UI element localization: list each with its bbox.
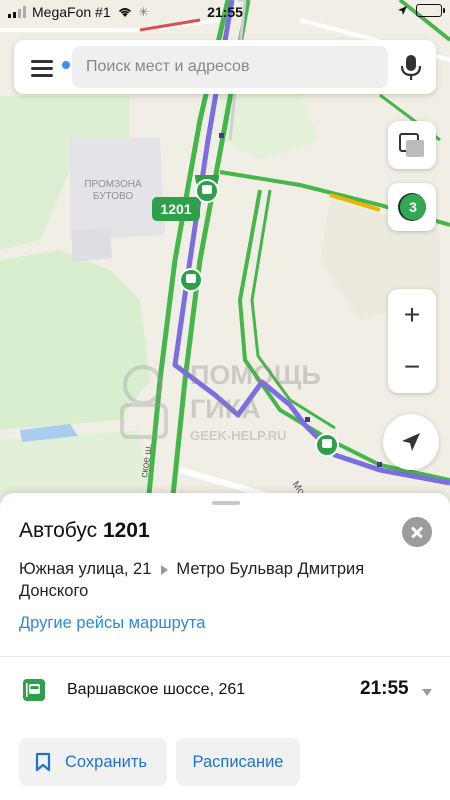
watermark-text: ПОМОЩЬ (190, 360, 321, 390)
status-time: 21:55 (207, 4, 243, 20)
route-endpoints: Южная улица, 21 Метро Бульвар Дмитрия Дон… (19, 558, 419, 602)
location-arrow-icon (398, 6, 407, 15)
route-stop-point (219, 133, 224, 138)
other-routes-link[interactable]: Другие рейсы маршрута (19, 614, 205, 633)
schedule-label: Расписание (192, 752, 284, 771)
area-label: БУТОВО (93, 191, 133, 202)
drag-handle[interactable] (212, 501, 240, 505)
bus-stop-icon (23, 679, 45, 701)
transport-type: Автобус (19, 519, 98, 542)
bus-stop-pin[interactable] (179, 268, 203, 292)
microphone-icon[interactable] (398, 53, 424, 81)
route-bottom-sheet: Автобус 1201 Южная улица, 21 Метро Бульва… (0, 493, 450, 800)
close-icon[interactable] (402, 517, 432, 547)
from-stop: Южная улица, 21 (19, 560, 152, 578)
bus-glyph (202, 185, 212, 194)
route-title: Автобус 1201 (19, 519, 150, 543)
direction-arrow-icon (161, 564, 169, 575)
area-label: ПРОМЗОНА (84, 179, 142, 190)
save-label: Сохранить (65, 752, 147, 771)
bus-stop-pin[interactable] (315, 433, 339, 457)
battery-icon (416, 4, 445, 17)
route-number-label[interactable]: 1201 (152, 197, 200, 221)
zoom-in-button[interactable]: + (388, 289, 436, 341)
schedule-button[interactable]: Расписание (176, 738, 300, 786)
notification-dot (62, 61, 70, 69)
navigation-arrow-icon (402, 433, 420, 451)
bus-glyph (186, 274, 196, 283)
bus-glyph (322, 439, 332, 448)
locate-button[interactable] (383, 414, 439, 470)
chevron-down-icon[interactable] (422, 689, 432, 696)
status-bar: MegaFon #1 ✳ 21:55 (0, 0, 450, 24)
building-block (72, 228, 112, 262)
save-button[interactable]: Сохранить (19, 738, 167, 786)
zoom-out-button[interactable]: − (388, 341, 436, 393)
hamburger-menu-icon[interactable] (24, 51, 70, 83)
traffic-level-badge: 3 (400, 194, 426, 220)
search-bar (14, 40, 436, 94)
search-input[interactable] (72, 46, 388, 88)
nearest-stop-row[interactable]: Варшавское шоссе, 261 21:55 (0, 657, 450, 723)
zoom-controls: + − (388, 289, 436, 393)
layers-icon (399, 133, 424, 157)
route-stop-point (305, 417, 310, 422)
bookmark-icon (35, 752, 51, 772)
route-stop-point (377, 462, 382, 467)
stop-name: Варшавское шоссе, 261 (67, 681, 246, 698)
traffic-button[interactable]: 3 (388, 183, 436, 231)
layers-button[interactable] (388, 121, 436, 169)
watermark-text: ГИКА (190, 394, 261, 424)
watermark-text: GEEK-HELP.RU (190, 428, 287, 443)
arrival-time: 21:55 (360, 678, 409, 699)
route-number: 1201 (102, 519, 150, 542)
